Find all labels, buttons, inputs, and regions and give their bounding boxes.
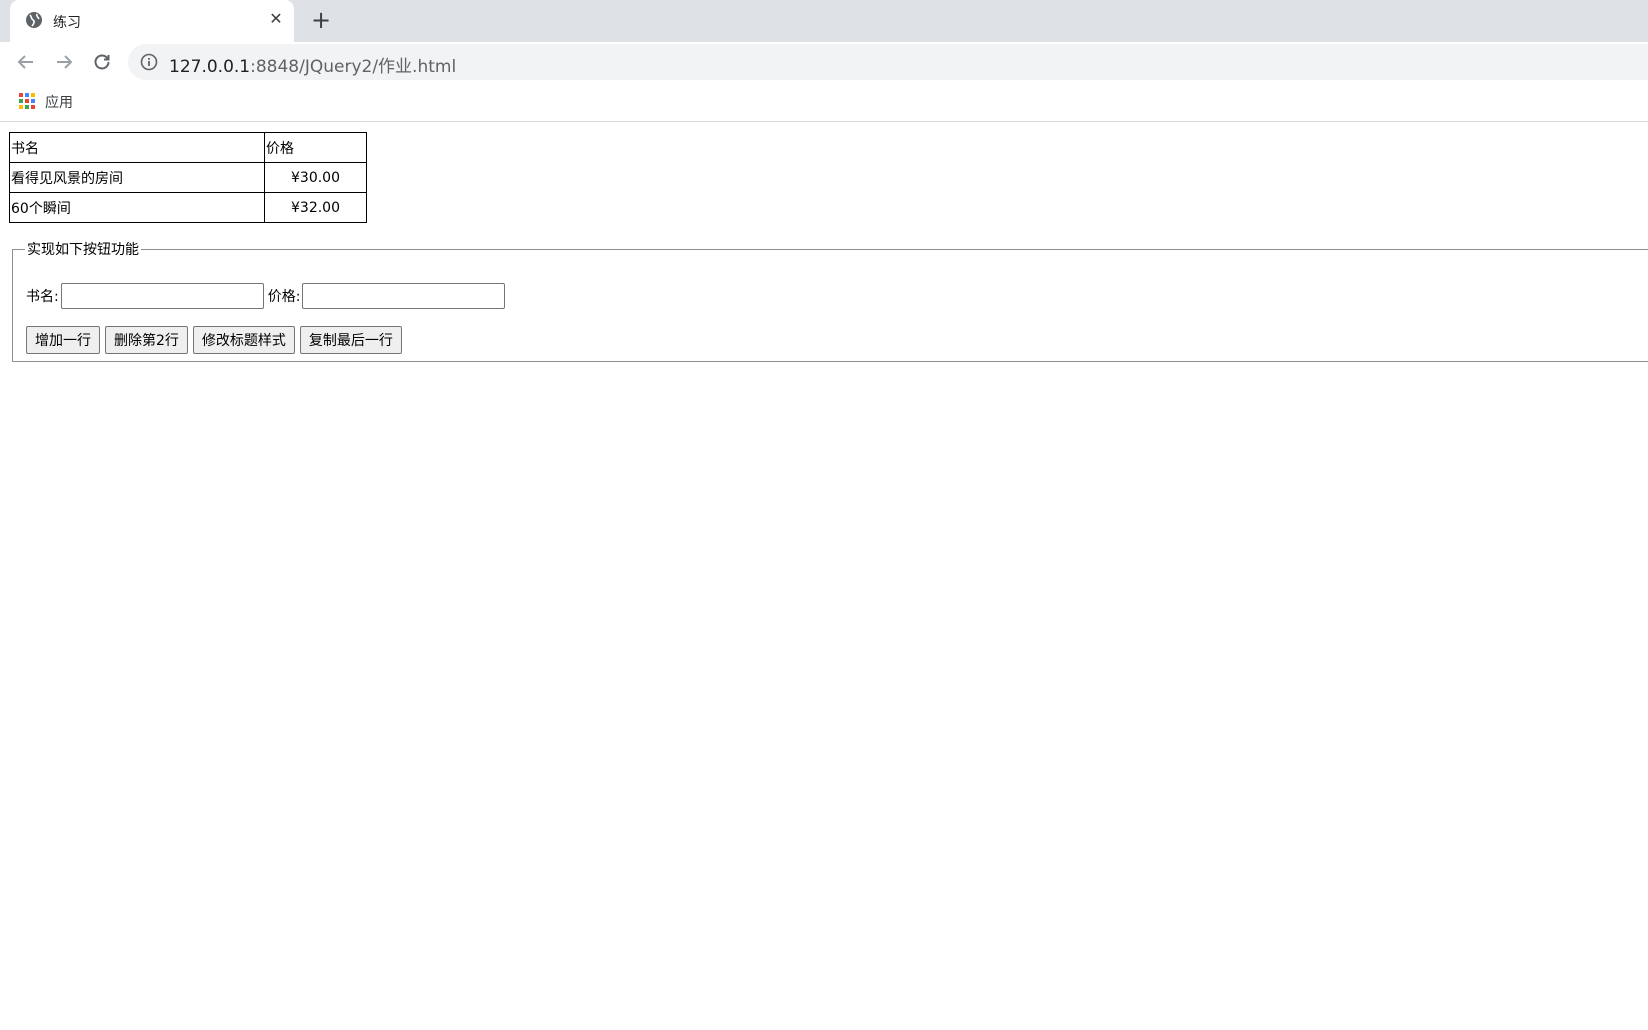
modify-title-style-button[interactable]: 修改标题样式 <box>192 326 295 354</box>
cell-price: ¥32.00 <box>264 192 367 223</box>
copy-last-row-button[interactable]: 复制最后一行 <box>299 326 402 354</box>
button-row: 增加一行 删除第2行 修改标题样式 复制最后一行 <box>26 326 407 354</box>
forward-button[interactable] <box>52 50 76 74</box>
close-icon[interactable]: ✕ <box>266 9 286 29</box>
url-text: 127.0.0.1:8848/JQuery2/作业.html <box>169 52 456 77</box>
arrow-right-icon <box>57 55 73 69</box>
url-host: 127.0.0.1 <box>169 57 251 77</box>
cell-book-name: 看得见风景的房间 <box>9 162 265 193</box>
url-path: :8848/JQuery2/作业.html <box>250 57 457 77</box>
new-tab-button[interactable]: + <box>308 8 334 34</box>
address-bar[interactable]: 127.0.0.1:8848/JQuery2/作业.html <box>128 44 1648 80</box>
reload-button[interactable] <box>90 50 114 74</box>
table-row: 看得见风景的房间 ¥30.00 <box>9 162 367 193</box>
delete-second-row-button[interactable]: 删除第2行 <box>105 326 188 354</box>
apps-grid-icon[interactable] <box>18 92 36 110</box>
cell-book-name: 60个瞬间 <box>9 192 265 223</box>
globe-icon <box>26 12 42 28</box>
header-price: 价格 <box>264 132 367 163</box>
cell-price: ¥30.00 <box>264 162 367 193</box>
book-name-label: 书名: <box>26 289 59 305</box>
tab-strip: 练习 ✕ + <box>0 0 1648 42</box>
arrow-left-icon <box>17 55 33 69</box>
header-book-name: 书名 <box>9 132 265 163</box>
table-row: 60个瞬间 ¥32.00 <box>9 192 367 223</box>
tab-title: 练习 <box>53 15 81 31</box>
table-header-row: 书名 价格 <box>9 132 367 163</box>
operations-fieldset: 实现如下按钮功能 书名: 价格: 增加一行 删除第2行 修改标题样式 复制最后一… <box>12 239 1648 362</box>
page-content: 书名 价格 看得见风景的房间 ¥30.00 60个瞬间 ¥32.00 实现如下按… <box>0 123 1648 1030</box>
info-icon[interactable] <box>140 53 158 71</box>
add-row-button[interactable]: 增加一行 <box>26 326 100 354</box>
input-row: 书名: 价格: <box>26 283 509 309</box>
browser-tab[interactable]: 练习 ✕ <box>10 0 294 42</box>
price-label: 价格: <box>267 289 301 305</box>
back-button[interactable] <box>14 50 38 74</box>
books-table: 书名 价格 看得见风景的房间 ¥30.00 60个瞬间 ¥32.00 <box>9 132 367 223</box>
price-input[interactable] <box>302 283 506 309</box>
apps-bookmark[interactable]: 应用 <box>45 92 73 112</box>
bookmarks-bar: 应用 <box>0 82 1648 122</box>
fieldset-legend: 实现如下按钮功能 <box>27 242 139 258</box>
book-name-input[interactable] <box>60 283 264 309</box>
reload-icon <box>94 54 110 70</box>
browser-toolbar: 127.0.0.1:8848/JQuery2/作业.html <box>0 42 1648 82</box>
